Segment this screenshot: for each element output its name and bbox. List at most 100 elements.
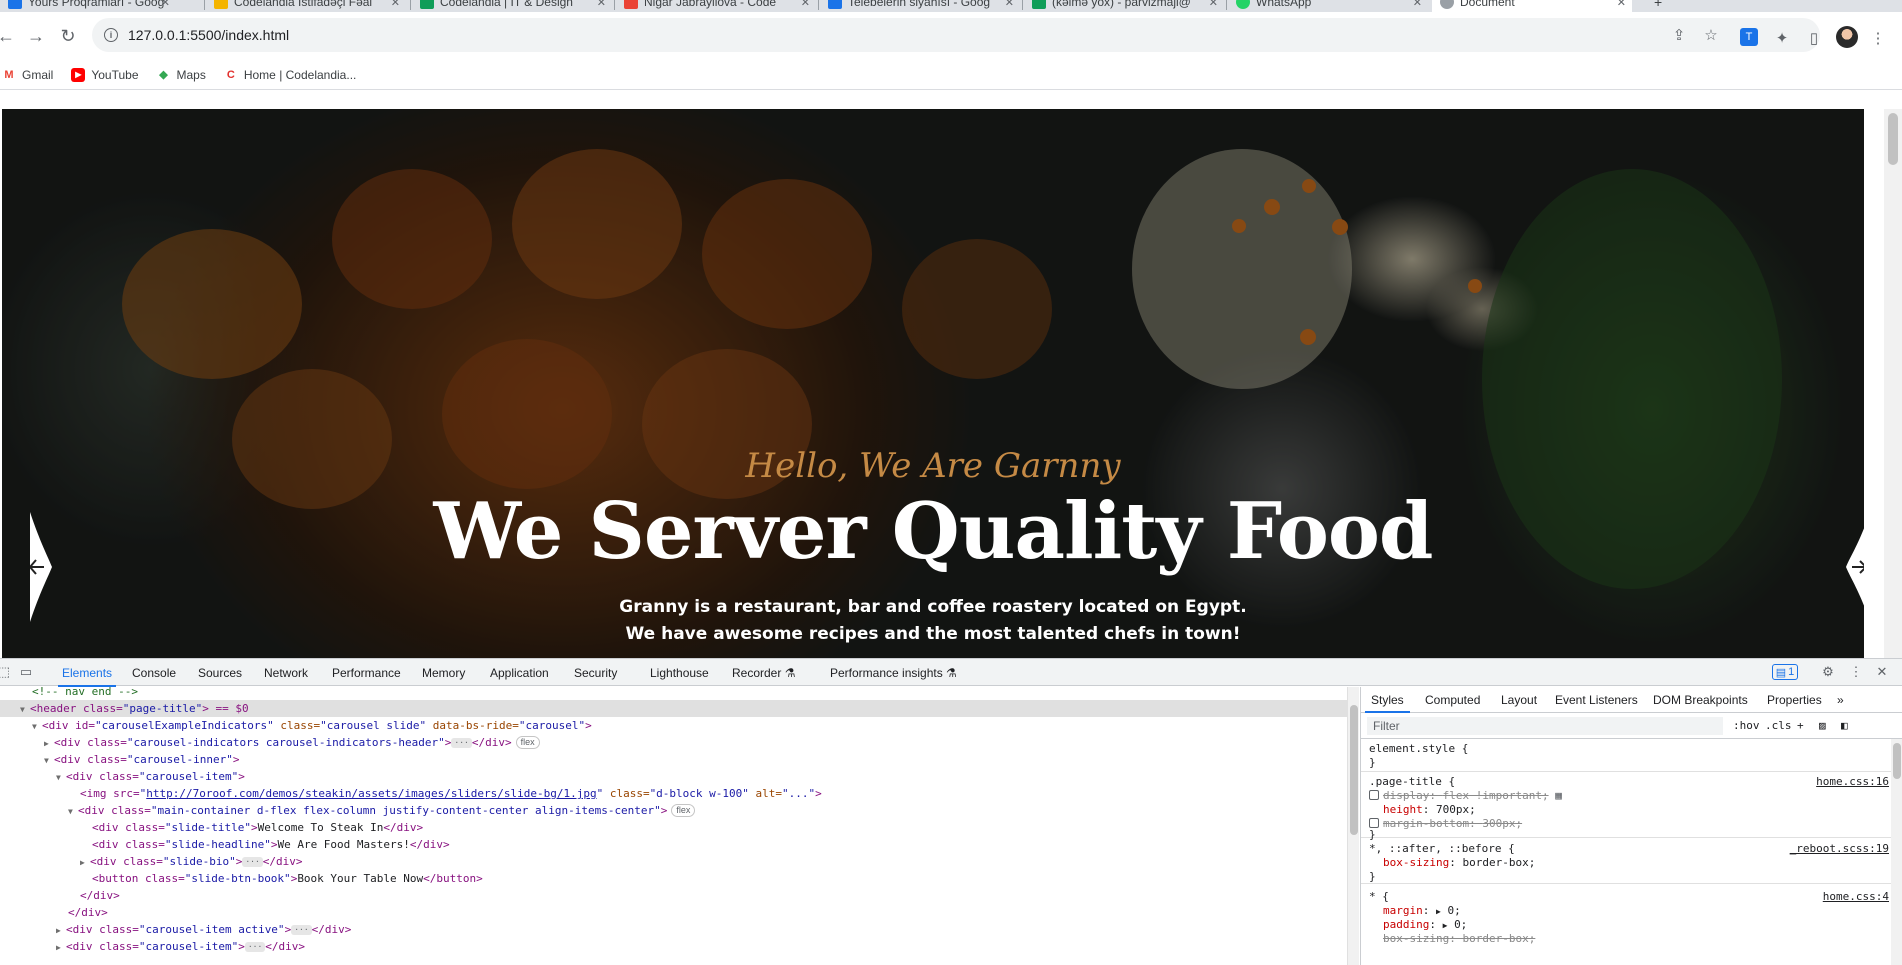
- translate-extension-icon[interactable]: T: [1740, 28, 1758, 46]
- box-sizing-declaration[interactable]: box-sizing: border-box;: [1369, 932, 1535, 946]
- dom-node-slide-btn-book[interactable]: <button class="slide-btn-book">Book Your…: [0, 870, 1347, 887]
- tab-computed[interactable]: Computed: [1425, 693, 1480, 707]
- inspect-element-icon[interactable]: ⬚: [0, 664, 12, 680]
- settings-gear-icon[interactable]: ⚙: [1820, 664, 1836, 680]
- bookmark-codelandia[interactable]: C Home | Codelandia...: [224, 68, 357, 82]
- share-icon[interactable]: ⇪: [1670, 26, 1688, 44]
- reload-button[interactable]: ↻: [56, 24, 80, 48]
- source-link[interactable]: home.css:16: [1816, 775, 1889, 789]
- margin-bottom-declaration[interactable]: margin-bottom: 300px;: [1369, 817, 1522, 831]
- box-sizing-declaration[interactable]: box-sizing: border-box;: [1369, 856, 1535, 870]
- display-declaration[interactable]: display: flex !important; ▦: [1369, 789, 1562, 803]
- issues-badge[interactable]: ▤ 1: [1772, 664, 1798, 680]
- toggle-sidebar-icon[interactable]: ◧: [1841, 719, 1848, 732]
- carousel-prev-button[interactable]: [30, 512, 52, 622]
- dom-node-carousel-item[interactable]: ▼ <div class="carousel-item">: [0, 768, 1347, 785]
- flex-badge[interactable]: flex: [515, 736, 540, 749]
- new-tab-button[interactable]: +: [1646, 0, 1670, 12]
- url-text[interactable]: 127.0.0.1:5500/index.html: [128, 27, 289, 43]
- styles-scrollbar[interactable]: [1891, 739, 1902, 965]
- close-tab-icon[interactable]: ✕: [801, 0, 810, 9]
- tab-recorder[interactable]: Recorder ⚗: [732, 666, 795, 680]
- address-bar[interactable]: i 127.0.0.1:5500/index.html ⇪ ☆: [92, 18, 1820, 52]
- close-tab-icon[interactable]: ✕: [1209, 0, 1218, 9]
- close-tab-icon[interactable]: ✕: [1005, 0, 1014, 9]
- browser-tab-3[interactable]: Codelandia | IT & Design ✕: [412, 0, 612, 12]
- forward-button[interactable]: →: [24, 24, 48, 48]
- dom-node-slide-bio[interactable]: ▶ <div class="slide-bio"> ··· </div>: [0, 853, 1347, 870]
- extensions-puzzle-icon[interactable]: ✦: [1772, 28, 1792, 48]
- browser-tab-5[interactable]: Telebelerin siyahısı - Goog ✕: [820, 0, 1020, 12]
- dom-node-carousel[interactable]: ▼ <div id="carouselExampleIndicators" cla…: [0, 717, 1347, 734]
- bookmark-youtube[interactable]: ▶ YouTube: [71, 67, 139, 82]
- paint-icon[interactable]: ▨: [1819, 719, 1826, 732]
- page-scrollbar[interactable]: [1884, 109, 1902, 658]
- tab-console[interactable]: Console: [132, 666, 176, 680]
- close-devtools-icon[interactable]: ✕: [1874, 664, 1890, 680]
- tab-event-listeners[interactable]: Event Listeners: [1555, 693, 1638, 707]
- tab-sources[interactable]: Sources: [198, 666, 242, 680]
- bookmark-star-icon[interactable]: ☆: [1702, 26, 1720, 44]
- side-panel-icon[interactable]: ▯: [1804, 28, 1824, 48]
- styles-filter-input[interactable]: Filter: [1367, 717, 1723, 735]
- dom-node-header[interactable]: ▼ <header class="page-title"> == $0: [0, 700, 1347, 717]
- source-link[interactable]: home.css:4: [1823, 890, 1889, 904]
- dom-node-close-div[interactable]: </div>: [0, 887, 1347, 904]
- bookmark-gmail[interactable]: M Gmail: [2, 68, 53, 82]
- close-tab-icon[interactable]: ✕: [161, 0, 170, 9]
- bookmark-maps[interactable]: ◆ Maps: [157, 68, 206, 82]
- browser-tab-1[interactable]: Yours Proqramları - Goog ✕: [0, 0, 176, 12]
- dom-node-carousel-indicators[interactable]: ▶ <div class="carousel-indicators carouse…: [0, 734, 1347, 751]
- more-tabs-icon[interactable]: »: [1837, 693, 1844, 707]
- browser-tab-4[interactable]: Nigar Jabrayilova - Code ✕: [616, 0, 816, 12]
- property-checkbox[interactable]: [1369, 790, 1379, 800]
- browser-tab-7[interactable]: WhatsApp ✕: [1228, 0, 1428, 12]
- browser-tab-2[interactable]: Codelandia İstifadəçi Fəal ✕: [206, 0, 406, 12]
- browser-tab-6[interactable]: (kəlmə yox) - parvizmaji@ ✕: [1024, 0, 1224, 12]
- profile-avatar[interactable]: [1836, 26, 1858, 48]
- close-tab-icon[interactable]: ✕: [1617, 0, 1626, 9]
- grid-editor-icon[interactable]: ▦: [1555, 789, 1562, 802]
- padding-declaration[interactable]: padding: ▶ 0;: [1369, 918, 1467, 932]
- tab-dom-breakpoints[interactable]: DOM Breakpoints: [1653, 693, 1748, 707]
- browser-tab-8[interactable]: Document ✕: [1432, 0, 1632, 12]
- device-toolbar-icon[interactable]: ▭: [18, 664, 34, 680]
- dom-node-slide-title[interactable]: <div class="slide-title">Welcome To Stea…: [0, 819, 1347, 836]
- margin-declaration[interactable]: margin: ▶ 0;: [1369, 904, 1461, 918]
- dom-node-comment[interactable]: <!-- nav end -->: [0, 687, 1347, 700]
- dom-node-carousel-inner[interactable]: ▼ <div class="carousel-inner">: [0, 751, 1347, 768]
- tab-properties[interactable]: Properties: [1767, 693, 1822, 707]
- img-src-link[interactable]: http://7oroof.com/demos/steakin/assets/i…: [146, 787, 596, 800]
- chrome-menu-icon[interactable]: ⋮: [1868, 28, 1888, 48]
- height-declaration[interactable]: height: 700px;: [1369, 803, 1476, 817]
- tab-application[interactable]: Application: [490, 666, 549, 680]
- tab-network[interactable]: Network: [264, 666, 308, 680]
- tab-memory[interactable]: Memory: [422, 666, 465, 680]
- elements-scrollbar[interactable]: [1347, 687, 1359, 965]
- dom-node-main-container[interactable]: ▼ <div class="main-container d-flex flex-…: [0, 802, 1347, 819]
- dom-node-carousel-item-active[interactable]: ▶ <div class="carousel-item active"> ··· </…: [0, 921, 1347, 938]
- tab-layout[interactable]: Layout: [1501, 693, 1537, 707]
- dom-node-carousel-item[interactable]: ▶ <div class="carousel-item"> ··· </div>: [0, 938, 1347, 955]
- tab-lighthouse[interactable]: Lighthouse: [650, 666, 709, 680]
- dom-node-img[interactable]: <img src="http://7oroof.com/demos/steaki…: [0, 785, 1347, 802]
- tab-performance[interactable]: Performance: [332, 666, 401, 680]
- dom-node-slide-headline[interactable]: <div class="slide-headline">We Are Food …: [0, 836, 1347, 853]
- devtools-menu-icon[interactable]: ⋮: [1848, 664, 1864, 680]
- hov-toggle[interactable]: :hov: [1733, 719, 1760, 732]
- back-button[interactable]: ←: [0, 24, 18, 48]
- new-style-rule-icon[interactable]: +: [1797, 719, 1804, 732]
- source-link[interactable]: _reboot.scss:19: [1790, 842, 1889, 856]
- property-checkbox[interactable]: [1369, 818, 1379, 828]
- dom-node-close-div[interactable]: </div>: [0, 904, 1347, 921]
- cls-toggle[interactable]: .cls: [1765, 719, 1792, 732]
- flex-badge[interactable]: flex: [671, 804, 696, 817]
- site-info-icon[interactable]: i: [104, 28, 118, 42]
- tab-styles[interactable]: Styles: [1365, 693, 1410, 713]
- tab-performance-insights[interactable]: Performance insights ⚗: [830, 666, 957, 680]
- carousel-next-button[interactable]: [1842, 512, 1864, 622]
- tab-elements[interactable]: Elements: [57, 666, 117, 687]
- close-tab-icon[interactable]: ✕: [391, 0, 400, 9]
- tab-security[interactable]: Security: [574, 666, 617, 680]
- close-tab-icon[interactable]: ✕: [1413, 0, 1422, 9]
